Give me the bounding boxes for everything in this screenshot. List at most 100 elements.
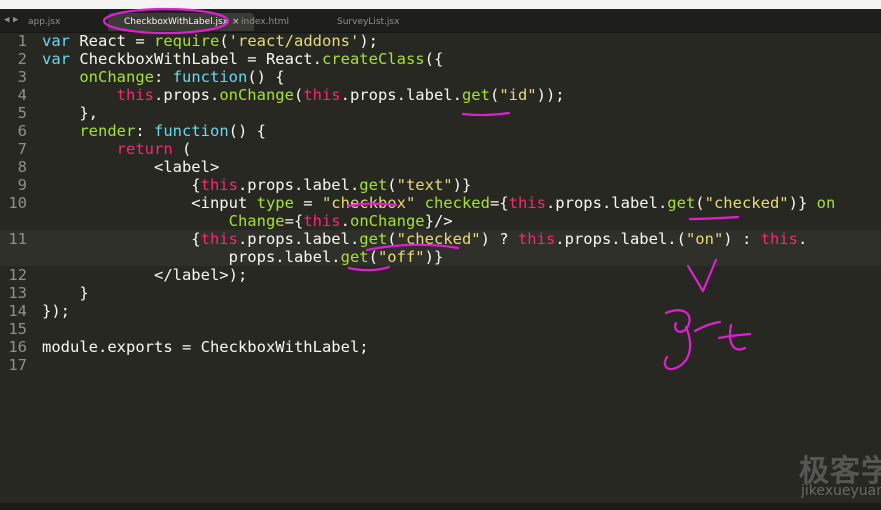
code-line[interactable]: 13 } — [0, 284, 881, 302]
code-line[interactable]: 8 <label> — [0, 158, 881, 176]
code-token: ( — [368, 248, 378, 266]
code-line[interactable]: 10 <input type = "checkbox" checked={thi… — [0, 194, 881, 212]
tab-label: CheckboxWithLabel.jsx — [124, 17, 229, 27]
code-token: function — [172, 68, 248, 86]
code-token: .props.label. — [237, 176, 360, 194]
code-token: this — [116, 86, 154, 104]
code-line[interactable]: 1 var React = require('react/addons'); — [0, 32, 881, 50]
code-token: render — [79, 122, 136, 140]
code-token: { — [42, 230, 201, 248]
code-token: checked — [424, 194, 490, 212]
line-code: <label> — [42, 158, 219, 176]
code-token: 'react/addons' — [228, 32, 360, 50]
code-token: .props.label.( — [555, 230, 686, 248]
code-token: get — [359, 176, 388, 194]
tab-label: app.jsx — [28, 17, 61, 27]
code-token: this — [303, 86, 341, 104]
code-line[interactable]: 14}); — [0, 302, 881, 320]
code-token: ({ — [424, 50, 444, 68]
code-token: . — [340, 212, 350, 230]
line-number: 1 — [17, 32, 27, 50]
code-line[interactable]: 16 module.exports = CheckboxWithLabel; — [0, 338, 881, 356]
code-token: "checked" — [704, 194, 789, 212]
line-code: }); — [42, 302, 70, 320]
code-token: get — [667, 194, 696, 212]
line-code: Change={this.onChange}/> — [42, 212, 453, 230]
line-number: 4 — [17, 86, 27, 104]
code-line[interactable]: 2 var CheckboxWithLabel = React.createCla… — [0, 50, 881, 68]
code-line[interactable]: 4 this.props.onChange(this.props.label.g… — [0, 86, 881, 104]
line-number: 16 — [8, 338, 27, 356]
code-token: <label> — [42, 158, 220, 176]
code-line[interactable]: Change={this.onChange}/> — [0, 212, 881, 230]
code-line[interactable]: 5 }, — [0, 104, 881, 122]
code-token: return — [116, 140, 173, 158]
code-line[interactable]: 17 — [0, 356, 881, 374]
line-number: 3 — [17, 68, 27, 86]
code-line[interactable]: 3 onChange: function() { — [0, 68, 881, 86]
tab-checkboxwithlabel-jsx[interactable]: CheckboxWithLabel.jsx × — [108, 13, 254, 31]
code-token: <input — [42, 194, 257, 212]
code-line[interactable]: 15 — [0, 320, 881, 338]
line-code: } — [42, 284, 88, 302]
line-code: onChange: function() { — [42, 68, 284, 86]
code-line[interactable]: 7 return ( — [0, 140, 881, 158]
code-token: = — [293, 194, 322, 212]
code-token: "off" — [377, 248, 425, 266]
code-line[interactable]: props.label.get("off")} — [0, 248, 881, 266]
code-token: )} — [452, 176, 472, 194]
code-token: ) ? — [480, 230, 518, 248]
line-code: return ( — [42, 140, 192, 158]
tab-index-html[interactable]: index.html — [241, 13, 289, 31]
code-token: createClass — [321, 50, 425, 68]
tab-app-jsx[interactable]: app.jsx — [28, 13, 60, 31]
line-number: 9 — [17, 176, 27, 194]
code-token: "on" — [685, 230, 724, 248]
code-editor[interactable]: 1 var React = require('react/addons'); 2 va… — [0, 32, 881, 503]
code-token: ) : — [723, 230, 761, 248]
code-token: )} — [788, 194, 817, 212]
code-token: this — [200, 176, 238, 194]
code-line[interactable]: 11 {this.props.label.get("checked") ? th… — [0, 230, 881, 248]
line-code: {this.props.label.get("text")} — [42, 176, 471, 194]
code-token: this — [760, 230, 798, 248]
code-token: type — [256, 194, 294, 212]
line-code: var CheckboxWithLabel = React.createClas… — [42, 50, 443, 68]
code-line[interactable]: 12 </label>); — [0, 266, 881, 284]
line-number: 12 — [8, 266, 27, 284]
tab-label: index.html — [241, 17, 289, 27]
code-token: ( — [387, 176, 397, 194]
code-token: ( — [695, 194, 705, 212]
line-code: var React = require('react/addons'); — [42, 32, 378, 50]
code-token: Change — [228, 212, 285, 230]
code-token: ); — [359, 32, 378, 50]
tab-bar: ◀ ▶ app.jsx CheckboxWithLabel.jsx × index… — [0, 9, 881, 33]
code-token: }); — [42, 302, 70, 320]
window-top-strip — [0, 0, 881, 9]
nav-forward-icon[interactable]: ▶ — [13, 14, 18, 26]
code-token: module.exports = CheckboxWithLabel; — [42, 338, 369, 356]
line-code: <input type = "checkbox" checked={this.p… — [42, 194, 835, 212]
line-number: 6 — [17, 122, 27, 140]
tab-label: SurveyList.jsx — [337, 17, 400, 27]
tab-surveylist-jsx[interactable]: SurveyList.jsx — [337, 13, 399, 31]
code-token: onChange — [349, 212, 425, 230]
code-line[interactable]: 6 render: function() { — [0, 122, 881, 140]
nav-back-icon[interactable]: ◀ — [4, 14, 9, 26]
code-token: { — [42, 176, 201, 194]
line-number: 2 — [17, 50, 27, 68]
code-token: onChange — [219, 86, 294, 104]
line-number: 10 — [8, 194, 27, 212]
code-token: get — [461, 86, 490, 104]
code-line[interactable]: 9 {this.props.label.get("text")} — [0, 176, 881, 194]
code-token: ( — [219, 32, 229, 50]
tab-close-icon[interactable]: × — [232, 17, 240, 27]
code-token: .props.label. — [340, 86, 462, 104]
code-token: () { — [228, 122, 266, 140]
status-bar — [0, 503, 881, 510]
line-code: {this.props.label.get("checked") ? this.… — [42, 230, 807, 248]
